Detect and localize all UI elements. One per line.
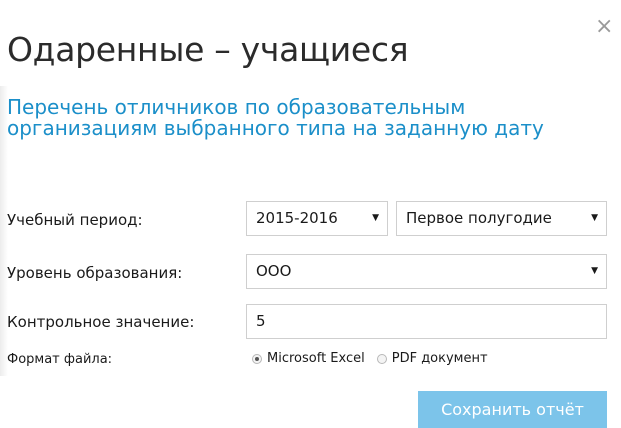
dialog-subtitle: Перечень отличников по образовательным о…: [7, 95, 544, 140]
period-year-select[interactable]: 2015-2016 ▼: [246, 201, 388, 236]
level-select[interactable]: ООО ▼: [246, 254, 607, 289]
level-value: ООО: [256, 262, 292, 280]
close-icon[interactable]: ×: [595, 16, 613, 38]
control-label: Контрольное значение:: [7, 313, 195, 331]
save-report-button[interactable]: Сохранить отчёт: [418, 391, 607, 428]
format-option-pdf-label: PDF документ: [391, 351, 488, 366]
period-year-value: 2015-2016: [256, 209, 338, 227]
report-dialog: × Одаренные – учащиеся Перечень отличник…: [0, 0, 621, 428]
format-radio-group: Microsoft Excel PDF документ: [252, 351, 500, 366]
radio-checked-icon: [252, 353, 262, 364]
control-value-input[interactable]: 5: [246, 304, 607, 339]
radio-unchecked-icon: [376, 353, 387, 364]
format-option-pdf[interactable]: PDF документ: [376, 351, 488, 366]
format-option-excel[interactable]: Microsoft Excel: [252, 351, 365, 366]
chevron-down-icon: ▼: [372, 213, 379, 223]
chevron-down-icon: ▼: [591, 266, 598, 276]
period-label: Учебный период:: [7, 211, 143, 229]
period-term-select[interactable]: Первое полугодие ▼: [396, 201, 607, 236]
dialog-title: Одаренные – учащиеся: [7, 30, 409, 69]
format-label: Формат файла:: [7, 352, 113, 367]
chevron-down-icon: ▼: [591, 213, 598, 223]
format-option-excel-label: Microsoft Excel: [267, 351, 365, 366]
period-term-value: Первое полугодие: [406, 209, 552, 227]
level-label: Уровень образования:: [7, 264, 183, 282]
